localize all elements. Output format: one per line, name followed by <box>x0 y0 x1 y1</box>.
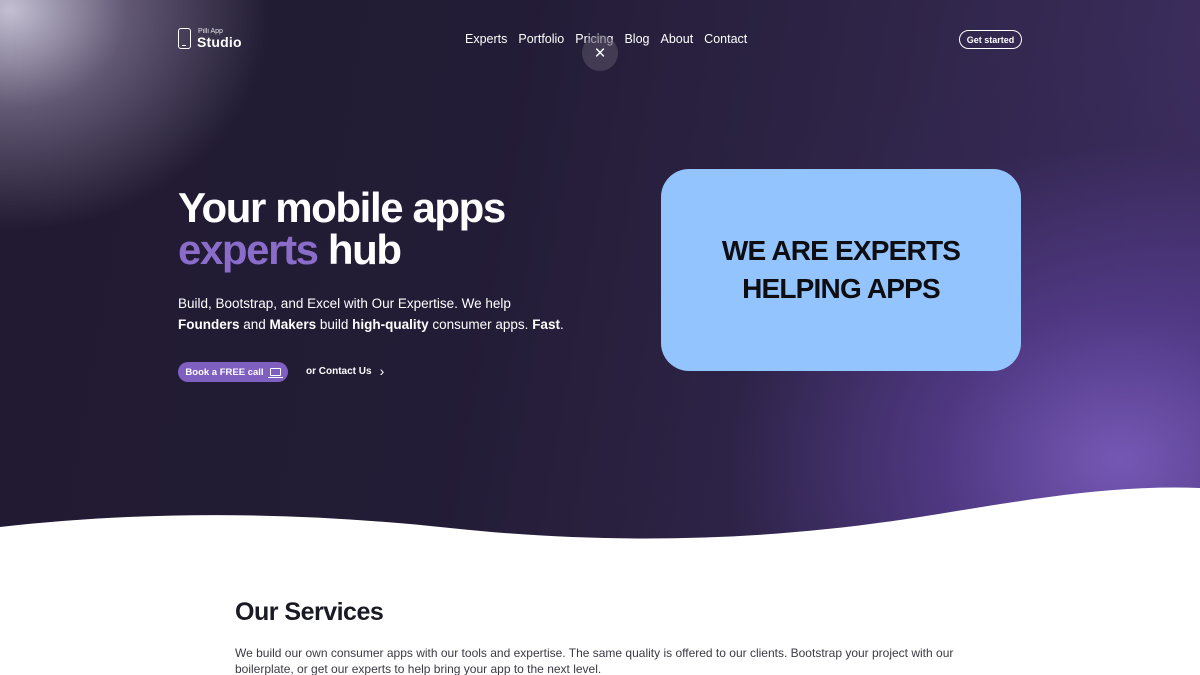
contact-link-label: or Contact Us <box>306 365 372 377</box>
subtitle-quality: high-quality <box>352 317 429 332</box>
subtitle-fast: Fast <box>532 317 560 332</box>
nav-item-experts[interactable]: Experts <box>465 32 507 46</box>
subtitle-text: Build, Bootstrap, and Excel with Our Exp… <box>178 296 511 311</box>
brand-name: Studio <box>197 34 242 50</box>
hero-headline: Your mobile apps experts hub <box>178 184 506 273</box>
close-button[interactable]: × <box>582 35 618 71</box>
hero-wave-divider <box>0 487 1200 545</box>
subtitle-consumer: consumer apps. <box>428 317 533 332</box>
brand-subtitle: Pilli App <box>198 28 223 35</box>
subtitle-build: build <box>316 317 353 332</box>
book-button-label: Book a FREE call <box>185 366 264 378</box>
get-started-button[interactable]: Get started <box>959 30 1022 49</box>
hero-subtitle: Build, Bootstrap, and Excel with Our Exp… <box>178 293 598 335</box>
book-free-call-button[interactable]: Book a FREE call <box>178 362 288 382</box>
nav-item-about[interactable]: About <box>661 32 694 46</box>
experts-card: WE ARE EXPERTS HELPING APPS <box>661 169 1021 371</box>
subtitle-makers: Makers <box>269 317 317 332</box>
headline-accent: experts <box>178 226 319 273</box>
subtitle-period: . <box>559 317 564 332</box>
laptop-icon <box>267 368 283 378</box>
close-icon: × <box>594 42 606 64</box>
card-line-2: HELPING APPS <box>742 273 941 304</box>
nav-item-contact[interactable]: Contact <box>704 32 747 46</box>
nav-item-portfolio[interactable]: Portfolio <box>518 32 564 46</box>
chevron-right-icon: › <box>379 363 385 379</box>
services-title: Our Services <box>235 598 384 626</box>
brand-logo[interactable]: Pilli App Studio <box>178 28 242 49</box>
contact-us-link[interactable]: or Contact Us › <box>306 364 384 378</box>
card-line-1: WE ARE EXPERTS <box>721 235 961 266</box>
headline-line-2: hub <box>317 226 402 273</box>
nav-item-blog[interactable]: Blog <box>624 32 649 46</box>
headline-line-1: Your mobile apps <box>178 184 506 231</box>
phone-logo-icon <box>178 28 191 49</box>
subtitle-founders: Founders <box>178 317 240 332</box>
hero-section: Pilli App Studio Experts Portfolio Prici… <box>0 0 1200 545</box>
services-description: We build our own consumer apps with our … <box>235 646 954 675</box>
subtitle-and: and <box>239 317 270 332</box>
card-text: WE ARE EXPERTS HELPING APPS <box>711 232 971 308</box>
